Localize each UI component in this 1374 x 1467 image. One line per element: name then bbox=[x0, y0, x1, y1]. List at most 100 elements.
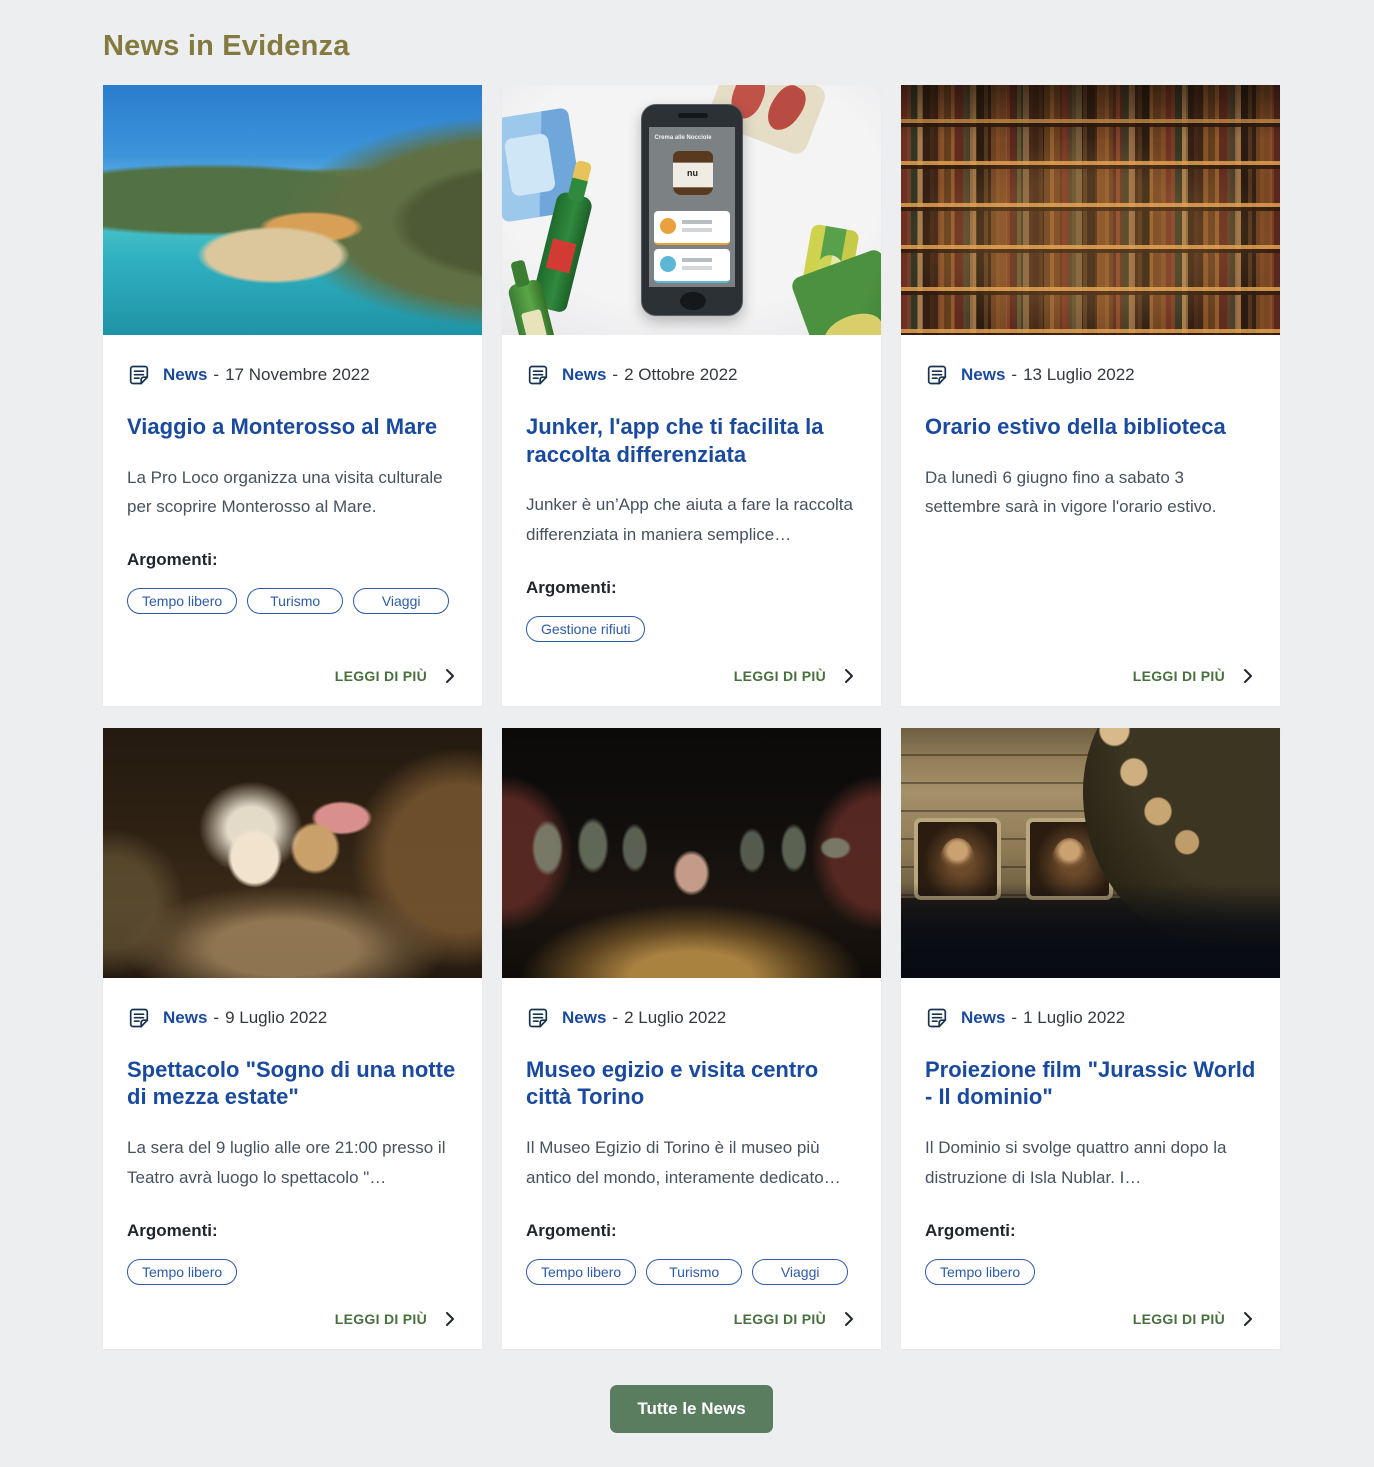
read-more-link[interactable]: LEGGI DI PIÙ bbox=[734, 642, 857, 684]
read-more-label: LEGGI DI PIÙ bbox=[734, 1311, 826, 1327]
card-title[interactable]: Junker, l'app che ti facilita la raccolt… bbox=[526, 413, 857, 468]
tag-chip[interactable]: Turismo bbox=[646, 1259, 742, 1285]
tag-chip[interactable]: Tempo libero bbox=[925, 1259, 1035, 1285]
meta-separator: - bbox=[213, 1008, 219, 1028]
card-meta: News - 9 Luglio 2022 bbox=[127, 1006, 458, 1030]
category-label[interactable]: News bbox=[562, 1008, 606, 1028]
card-date: 9 Luglio 2022 bbox=[225, 1008, 327, 1028]
app-info-row-cap bbox=[654, 211, 730, 245]
meta-separator: - bbox=[1011, 365, 1017, 385]
category-label[interactable]: News bbox=[163, 365, 207, 385]
card-excerpt: Il Museo Egizio di Torino è il museo più… bbox=[526, 1133, 857, 1193]
read-more-label: LEGGI DI PIÙ bbox=[1133, 668, 1225, 684]
card-meta: News - 13 Luglio 2022 bbox=[925, 363, 1256, 387]
card-date: 13 Luglio 2022 bbox=[1023, 365, 1135, 385]
read-more-link[interactable]: LEGGI DI PIÙ bbox=[734, 1285, 857, 1327]
library-shelves-image[interactable] bbox=[901, 85, 1280, 335]
news-note-icon bbox=[925, 363, 949, 387]
jar-label-text: nu bbox=[687, 168, 698, 178]
card-excerpt: Il Dominio si svolge quattro anni dopo l… bbox=[925, 1133, 1256, 1193]
card-body: News - 13 Luglio 2022 Orario estivo dell… bbox=[901, 335, 1280, 706]
tag-chip[interactable]: Gestione rifiuti bbox=[526, 616, 645, 642]
card-body: News - 2 Luglio 2022 Museo egizio e visi… bbox=[502, 978, 881, 1349]
tag-list: Tempo libero bbox=[127, 1259, 458, 1285]
category-label[interactable]: News bbox=[562, 365, 606, 385]
read-more-link[interactable]: LEGGI DI PIÙ bbox=[335, 1285, 458, 1327]
tag-list: Gestione rifiuti bbox=[526, 616, 857, 642]
topics-label: Argomenti: bbox=[127, 1221, 458, 1241]
dark-foreground bbox=[901, 883, 1280, 978]
topics-label: Argomenti: bbox=[127, 550, 458, 570]
junker-app-image[interactable]: Crema alle Nocciole nu bbox=[502, 85, 881, 335]
card-title[interactable]: Proiezione film "Jurassic World - Il dom… bbox=[925, 1056, 1256, 1111]
topics-label: Argomenti: bbox=[526, 1221, 857, 1241]
card-title[interactable]: Museo egizio e visita centro città Torin… bbox=[526, 1056, 857, 1111]
tag-list: Tempo libero Turismo Viaggi bbox=[526, 1259, 857, 1285]
app-info-row-jar bbox=[654, 249, 730, 283]
tag-chip[interactable]: Tempo libero bbox=[127, 588, 237, 614]
card-body: News - 17 Novembre 2022 Viaggio a Monter… bbox=[103, 335, 482, 706]
read-more-link[interactable]: LEGGI DI PIÙ bbox=[335, 642, 458, 684]
egyptian-museum-image[interactable] bbox=[502, 728, 881, 978]
featured-news-section: News in Evidenza News - 17 Novembre 2022… bbox=[103, 0, 1280, 1467]
phone-home-button bbox=[680, 292, 706, 310]
card-date: 2 Ottobre 2022 bbox=[624, 365, 737, 385]
card-meta: News - 2 Ottobre 2022 bbox=[526, 363, 857, 387]
tag-chip[interactable]: Viaggi bbox=[752, 1259, 848, 1285]
category-label[interactable]: News bbox=[961, 365, 1005, 385]
category-label[interactable]: News bbox=[961, 1008, 1005, 1028]
card-date: 1 Luglio 2022 bbox=[1023, 1008, 1125, 1028]
tag-list: Tempo libero bbox=[925, 1259, 1256, 1285]
footer-actions: Tutte le News bbox=[103, 1385, 1280, 1433]
news-card: News - 9 Luglio 2022 Spettacolo "Sogno d… bbox=[103, 728, 482, 1349]
jurassic-world-image[interactable] bbox=[901, 728, 1280, 978]
chevron-right-icon bbox=[841, 668, 857, 684]
read-more-link[interactable]: LEGGI DI PIÙ bbox=[1133, 642, 1256, 684]
card-excerpt: La Pro Loco organizza una visita cultura… bbox=[127, 463, 458, 523]
news-card: News - 1 Luglio 2022 Proiezione film "Ju… bbox=[901, 728, 1280, 1349]
all-news-button[interactable]: Tutte le News bbox=[610, 1385, 772, 1433]
news-card: Crema alle Nocciole nu News - 2 Ottobre 2… bbox=[502, 85, 881, 706]
chevron-right-icon bbox=[1240, 1311, 1256, 1327]
person-silhouette bbox=[1052, 838, 1087, 884]
read-more-label: LEGGI DI PIÙ bbox=[335, 668, 427, 684]
monterosso-coast-image[interactable] bbox=[103, 85, 482, 335]
nutella-jar-illustration: nu bbox=[673, 151, 713, 195]
news-card: News - 2 Luglio 2022 Museo egizio e visi… bbox=[502, 728, 881, 1349]
news-note-icon bbox=[526, 363, 550, 387]
category-label[interactable]: News bbox=[163, 1008, 207, 1028]
page-title: News in Evidenza bbox=[103, 30, 1280, 63]
read-more-label: LEGGI DI PIÙ bbox=[1133, 1311, 1225, 1327]
phone-screen: Crema alle Nocciole nu bbox=[649, 127, 735, 287]
card-title[interactable]: Viaggio a Monterosso al Mare bbox=[127, 413, 458, 441]
chevron-right-icon bbox=[442, 1311, 458, 1327]
chevron-right-icon bbox=[841, 1311, 857, 1327]
read-more-link[interactable]: LEGGI DI PIÙ bbox=[1133, 1285, 1256, 1327]
midsummer-painting-image[interactable] bbox=[103, 728, 482, 978]
tag-chip[interactable]: Viaggi bbox=[353, 588, 449, 614]
tag-chip[interactable]: Tempo libero bbox=[526, 1259, 636, 1285]
tag-chip[interactable]: Tempo libero bbox=[127, 1259, 237, 1285]
card-meta: News - 17 Novembre 2022 bbox=[127, 363, 458, 387]
news-card: News - 17 Novembre 2022 Viaggio a Monter… bbox=[103, 85, 482, 706]
card-excerpt: La sera del 9 luglio alle ore 21:00 pres… bbox=[127, 1133, 458, 1193]
tag-chip[interactable]: Turismo bbox=[247, 588, 343, 614]
read-more-label: LEGGI DI PIÙ bbox=[335, 1311, 427, 1327]
card-date: 2 Luglio 2022 bbox=[624, 1008, 726, 1028]
card-title[interactable]: Spettacolo "Sogno di una notte di mezza … bbox=[127, 1056, 458, 1111]
card-meta: News - 2 Luglio 2022 bbox=[526, 1006, 857, 1030]
card-excerpt: Da lunedì 6 giugno fino a sabato 3 sette… bbox=[925, 463, 1256, 523]
person-silhouette bbox=[940, 838, 975, 884]
topics-label: Argomenti: bbox=[925, 1221, 1256, 1241]
meta-separator: - bbox=[612, 365, 618, 385]
topics-label: Argomenti: bbox=[526, 578, 857, 598]
card-title[interactable]: Orario estivo della biblioteca bbox=[925, 413, 1256, 441]
chevron-right-icon bbox=[1240, 668, 1256, 684]
news-grid: News - 17 Novembre 2022 Viaggio a Monter… bbox=[103, 85, 1280, 1349]
app-title-text: Crema alle Nocciole bbox=[649, 127, 735, 141]
news-note-icon bbox=[925, 1006, 949, 1030]
news-note-icon bbox=[127, 1006, 151, 1030]
card-date: 17 Novembre 2022 bbox=[225, 365, 370, 385]
meta-separator: - bbox=[1011, 1008, 1017, 1028]
news-card: News - 13 Luglio 2022 Orario estivo dell… bbox=[901, 85, 1280, 706]
